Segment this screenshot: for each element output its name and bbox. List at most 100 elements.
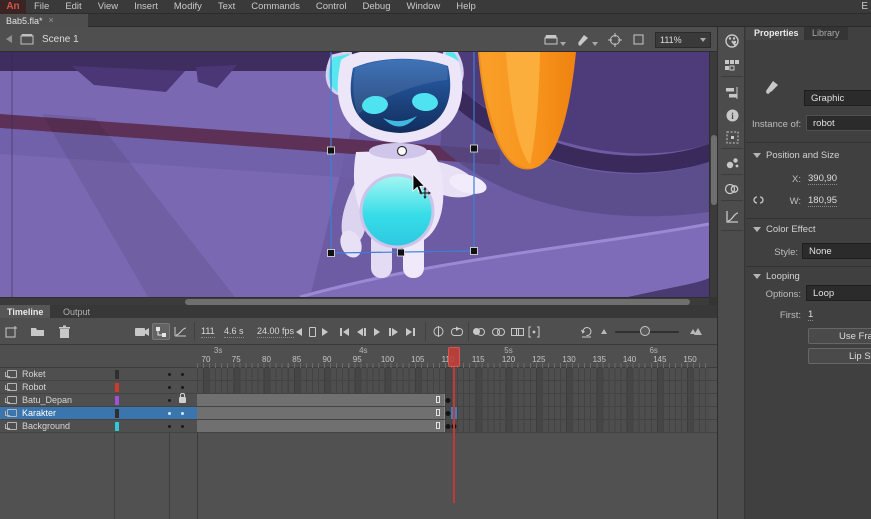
elapsed-time-field[interactable]: 4.6 s [224, 326, 244, 338]
tab-library[interactable]: Library [804, 25, 848, 40]
menu-insert[interactable]: Insert [126, 0, 166, 14]
keyframe-110[interactable] [446, 424, 451, 429]
color-panel-icon[interactable] [718, 30, 746, 52]
menu-text[interactable]: Text [210, 0, 243, 14]
transform-panel-icon[interactable] [718, 126, 746, 148]
layer-outline-color[interactable] [115, 396, 119, 405]
layer-visibility-dot[interactable] [168, 399, 171, 402]
layer-lock-dot[interactable] [181, 425, 184, 428]
frame-rate-field[interactable]: 24.00 fps [257, 326, 294, 338]
step-back-button[interactable] [296, 323, 302, 340]
reset-timeline-zoom-button[interactable] [580, 323, 593, 340]
frame-span[interactable] [197, 394, 445, 406]
layer-lock-dot[interactable] [181, 373, 184, 376]
layer-name-cell[interactable]: Batu_Depan [0, 394, 197, 406]
w-value-field[interactable]: 180,95 [808, 195, 837, 207]
instance-of-field[interactable]: robot [806, 115, 871, 131]
clip-content-icon[interactable] [632, 33, 645, 46]
loop-playback-button[interactable] [450, 323, 464, 340]
stage-zoom-select[interactable]: 111% [655, 32, 711, 48]
menu-commands[interactable]: Commands [243, 0, 308, 14]
layer-outline-color[interactable] [115, 409, 119, 418]
modify-markers-button[interactable] [528, 323, 540, 340]
zoom-in-frames-icon[interactable] [690, 323, 702, 340]
back-arrow-icon[interactable] [6, 35, 12, 43]
tab-properties[interactable]: Properties [746, 25, 807, 40]
playhead-handle[interactable] [448, 347, 460, 367]
current-frame-field[interactable]: 111 [201, 326, 215, 338]
edit-multiple-frames-button[interactable] [511, 323, 524, 340]
layer-outline-color[interactable] [115, 422, 119, 431]
stage-vertical-scrollbar[interactable] [709, 52, 717, 297]
align-panel-icon[interactable] [718, 82, 746, 104]
brush-library-panel-icon[interactable] [718, 152, 746, 174]
layer-lock-dot[interactable] [181, 386, 184, 389]
keyframe-110[interactable] [446, 398, 451, 403]
section-position-size[interactable]: Position and Size [753, 150, 839, 161]
layer-visibility-dot[interactable] [168, 386, 171, 389]
menu-window[interactable]: Window [399, 0, 449, 14]
show-parenting-view-button[interactable] [152, 323, 170, 340]
center-stage-icon[interactable] [608, 33, 622, 47]
menu-file[interactable]: File [26, 0, 57, 14]
cc-libraries-panel-icon[interactable] [718, 178, 746, 200]
new-folder-button[interactable] [30, 323, 45, 340]
lip-syncing-button[interactable]: Lip S [808, 348, 871, 364]
section-color-effect[interactable]: Color Effect [753, 224, 815, 235]
go-to-last-frame-button[interactable] [406, 323, 415, 340]
motion-editor-panel-icon[interactable] [718, 206, 746, 228]
next-frame-button[interactable] [389, 323, 398, 340]
show-tween-graph-button[interactable] [174, 323, 187, 340]
x-value-field[interactable]: 390,90 [808, 173, 837, 185]
edit-symbols-icon[interactable] [576, 33, 598, 46]
center-frame-button[interactable] [432, 323, 445, 340]
keyframe-110[interactable] [446, 411, 451, 416]
zoom-out-frames-icon[interactable] [601, 323, 607, 340]
use-frame-picker-button[interactable]: Use Fra [808, 328, 871, 344]
layer-name-cell[interactable]: Background [0, 420, 197, 432]
timeline-layer-row-robot[interactable]: Robot [0, 381, 717, 394]
timeline-layer-row-karakter[interactable]: Karakter [0, 407, 717, 420]
timeline-layer-row-roket[interactable]: Roket [0, 368, 717, 381]
delete-layer-button[interactable] [58, 323, 71, 340]
layer-name-cell[interactable]: Robot [0, 381, 197, 393]
swatches-panel-icon[interactable] [718, 54, 746, 76]
stage-horizontal-scrollbar[interactable] [0, 297, 709, 305]
previous-frame-button[interactable] [357, 323, 366, 340]
layer-lock-dot[interactable] [181, 412, 184, 415]
onion-skin-button[interactable] [473, 323, 485, 340]
layer-outline-color[interactable] [115, 383, 119, 392]
document-tab[interactable]: Bab5.fla* × [0, 14, 88, 27]
menu-control[interactable]: Control [308, 0, 355, 14]
layer-visibility-dot[interactable] [168, 425, 171, 428]
lock-icon[interactable] [179, 397, 186, 403]
onion-skin-outlines-button[interactable] [492, 323, 505, 340]
menu-view[interactable]: View [90, 0, 126, 14]
first-frame-field[interactable]: 1 [808, 309, 813, 321]
step-forward-button[interactable] [322, 323, 328, 340]
frame-span[interactable] [197, 420, 445, 432]
stage-canvas[interactable] [0, 52, 717, 305]
timeline-layer-row-background[interactable]: Background [0, 420, 717, 433]
menu-debug[interactable]: Debug [355, 0, 399, 14]
add-camera-button[interactable] [134, 323, 150, 340]
menu-help[interactable]: Help [448, 0, 484, 14]
layer-name-cell[interactable]: Roket [0, 368, 197, 380]
frame-span[interactable] [197, 407, 445, 419]
symbol-type-select[interactable]: Graphic [804, 90, 871, 106]
layer-outline-color[interactable] [115, 370, 119, 379]
workspace-switcher[interactable]: E [861, 0, 868, 14]
new-layer-button[interactable] [4, 323, 18, 340]
loop-options-select[interactable]: Loop [806, 285, 871, 301]
edit-scene-icon[interactable] [544, 33, 566, 46]
timeline-zoom-knob[interactable] [640, 326, 650, 336]
info-panel-icon[interactable]: i [718, 104, 746, 126]
menu-modify[interactable]: Modify [166, 0, 210, 14]
timeline-tab-output[interactable]: Output [56, 305, 97, 318]
layer-visibility-dot[interactable] [168, 373, 171, 376]
close-icon[interactable]: × [49, 16, 54, 25]
play-button[interactable] [374, 323, 380, 340]
layer-name-cell[interactable]: Karakter [0, 407, 197, 419]
section-looping[interactable]: Looping [753, 271, 800, 282]
timeline-layer-row-batu_depan[interactable]: Batu_Depan [0, 394, 717, 407]
